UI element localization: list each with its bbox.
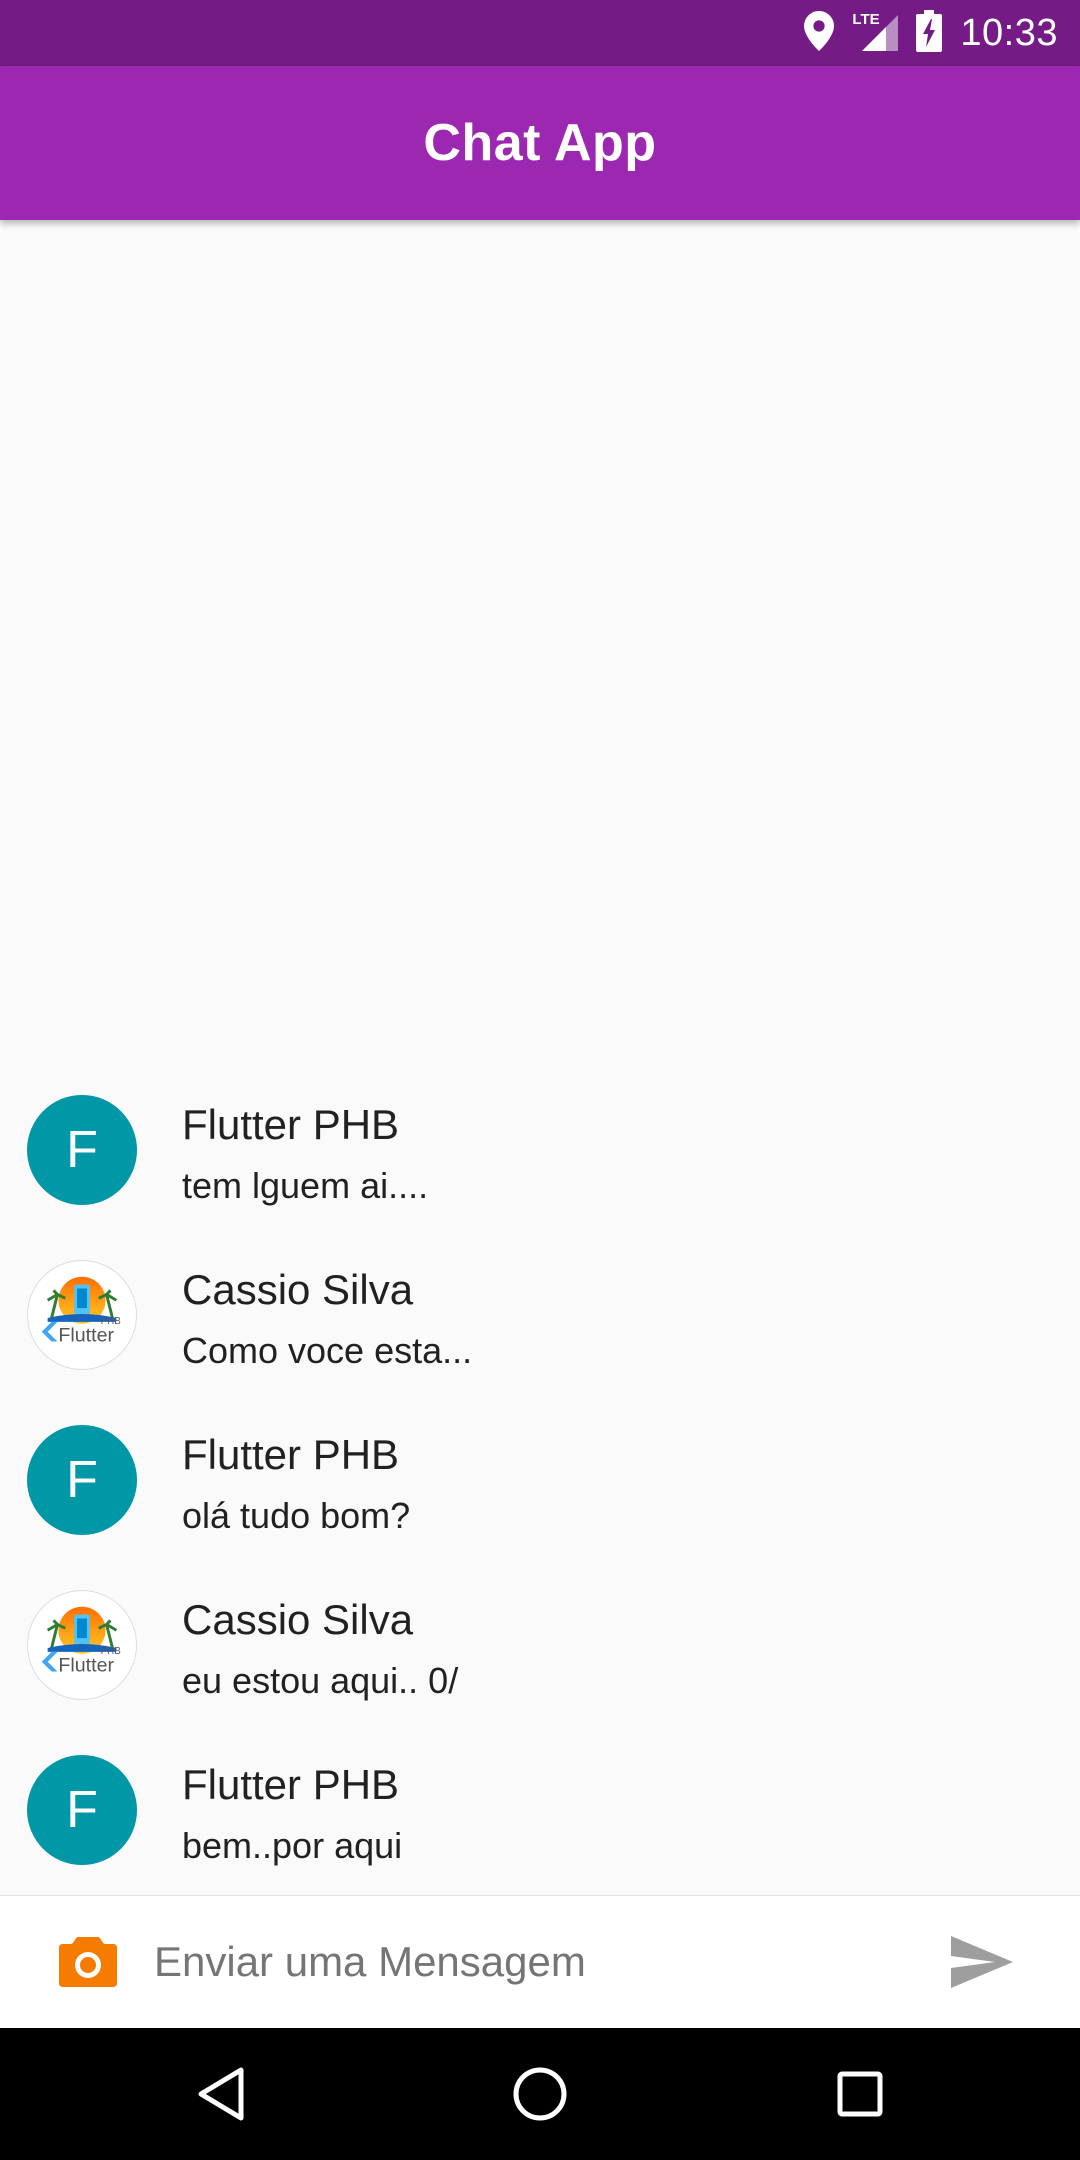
recents-button[interactable] (820, 2054, 900, 2134)
status-time: 10:33 (960, 11, 1058, 54)
svg-text:PHB: PHB (101, 1316, 122, 1327)
svg-text:PHB: PHB (101, 1646, 122, 1657)
home-icon (513, 2067, 567, 2121)
app-bar: Chat App (0, 66, 1080, 220)
avatar: F (27, 1755, 137, 1865)
avatar: F (27, 1425, 137, 1535)
svg-text:Flutter: Flutter (58, 1325, 114, 1347)
message-text: tem lguem ai.... (182, 1165, 429, 1206)
chat-message: F Flutter PHB bem..por aqui (0, 1755, 1080, 1895)
message-sender: Flutter PHB (182, 1101, 400, 1148)
message-sender: Cassio Silva (182, 1596, 414, 1643)
message-sender: Flutter PHB (182, 1431, 400, 1478)
chat-message: F Flutter PHB olá tudo bom? (0, 1425, 1080, 1590)
message-text: Como voce esta... (182, 1330, 473, 1371)
message-list[interactable]: F Flutter PHB tem lguem ai.... Flutter P… (0, 220, 1080, 1895)
back-icon (198, 2067, 244, 2121)
status-bar: LTE 10:33 (0, 0, 1080, 66)
avatar: F (27, 1095, 137, 1205)
message-sender: Flutter PHB (182, 1761, 400, 1808)
flutter-phb-logo-icon: Flutter PHB (41, 1276, 122, 1347)
status-icons: LTE 10:33 (804, 0, 1058, 66)
battery-charging-icon (916, 9, 943, 57)
location-icon (804, 10, 835, 56)
network-type-label: LTE (852, 11, 880, 28)
message-sender: Cassio Silva (182, 1266, 414, 1313)
camera-icon (59, 1937, 117, 1987)
send-icon (951, 1936, 1013, 1988)
avatar: Flutter PHB (27, 1590, 137, 1700)
app-title: Chat App (423, 114, 657, 172)
camera-button[interactable] (48, 1930, 128, 1994)
recents-icon (837, 2071, 883, 2117)
chat-screen: LTE 10:33 Chat App F Flutter PHB tem lgu… (0, 0, 1080, 2160)
back-button[interactable] (181, 2054, 261, 2134)
chat-message: F Flutter PHB tem lguem ai.... (0, 1095, 1080, 1260)
message-text: eu estou aqui.. 0/ (182, 1660, 459, 1701)
home-button[interactable] (500, 2054, 580, 2134)
chat-message: Flutter PHB Cassio Silva Como voce esta.… (0, 1260, 1080, 1425)
navigation-bar (0, 2028, 1080, 2160)
message-text: bem..por aqui (182, 1825, 403, 1866)
message-input[interactable] (154, 1924, 914, 2000)
message-composer (0, 1895, 1080, 2028)
flutter-phb-logo-icon: Flutter PHB (41, 1606, 122, 1677)
message-text: olá tudo bom? (182, 1495, 411, 1536)
send-button[interactable] (944, 1926, 1020, 1998)
svg-text:Flutter: Flutter (58, 1655, 114, 1677)
chat-message: Flutter PHB Cassio Silva eu estou aqui..… (0, 1590, 1080, 1755)
signal-icon: LTE (852, 11, 899, 53)
avatar: Flutter PHB (27, 1260, 137, 1370)
